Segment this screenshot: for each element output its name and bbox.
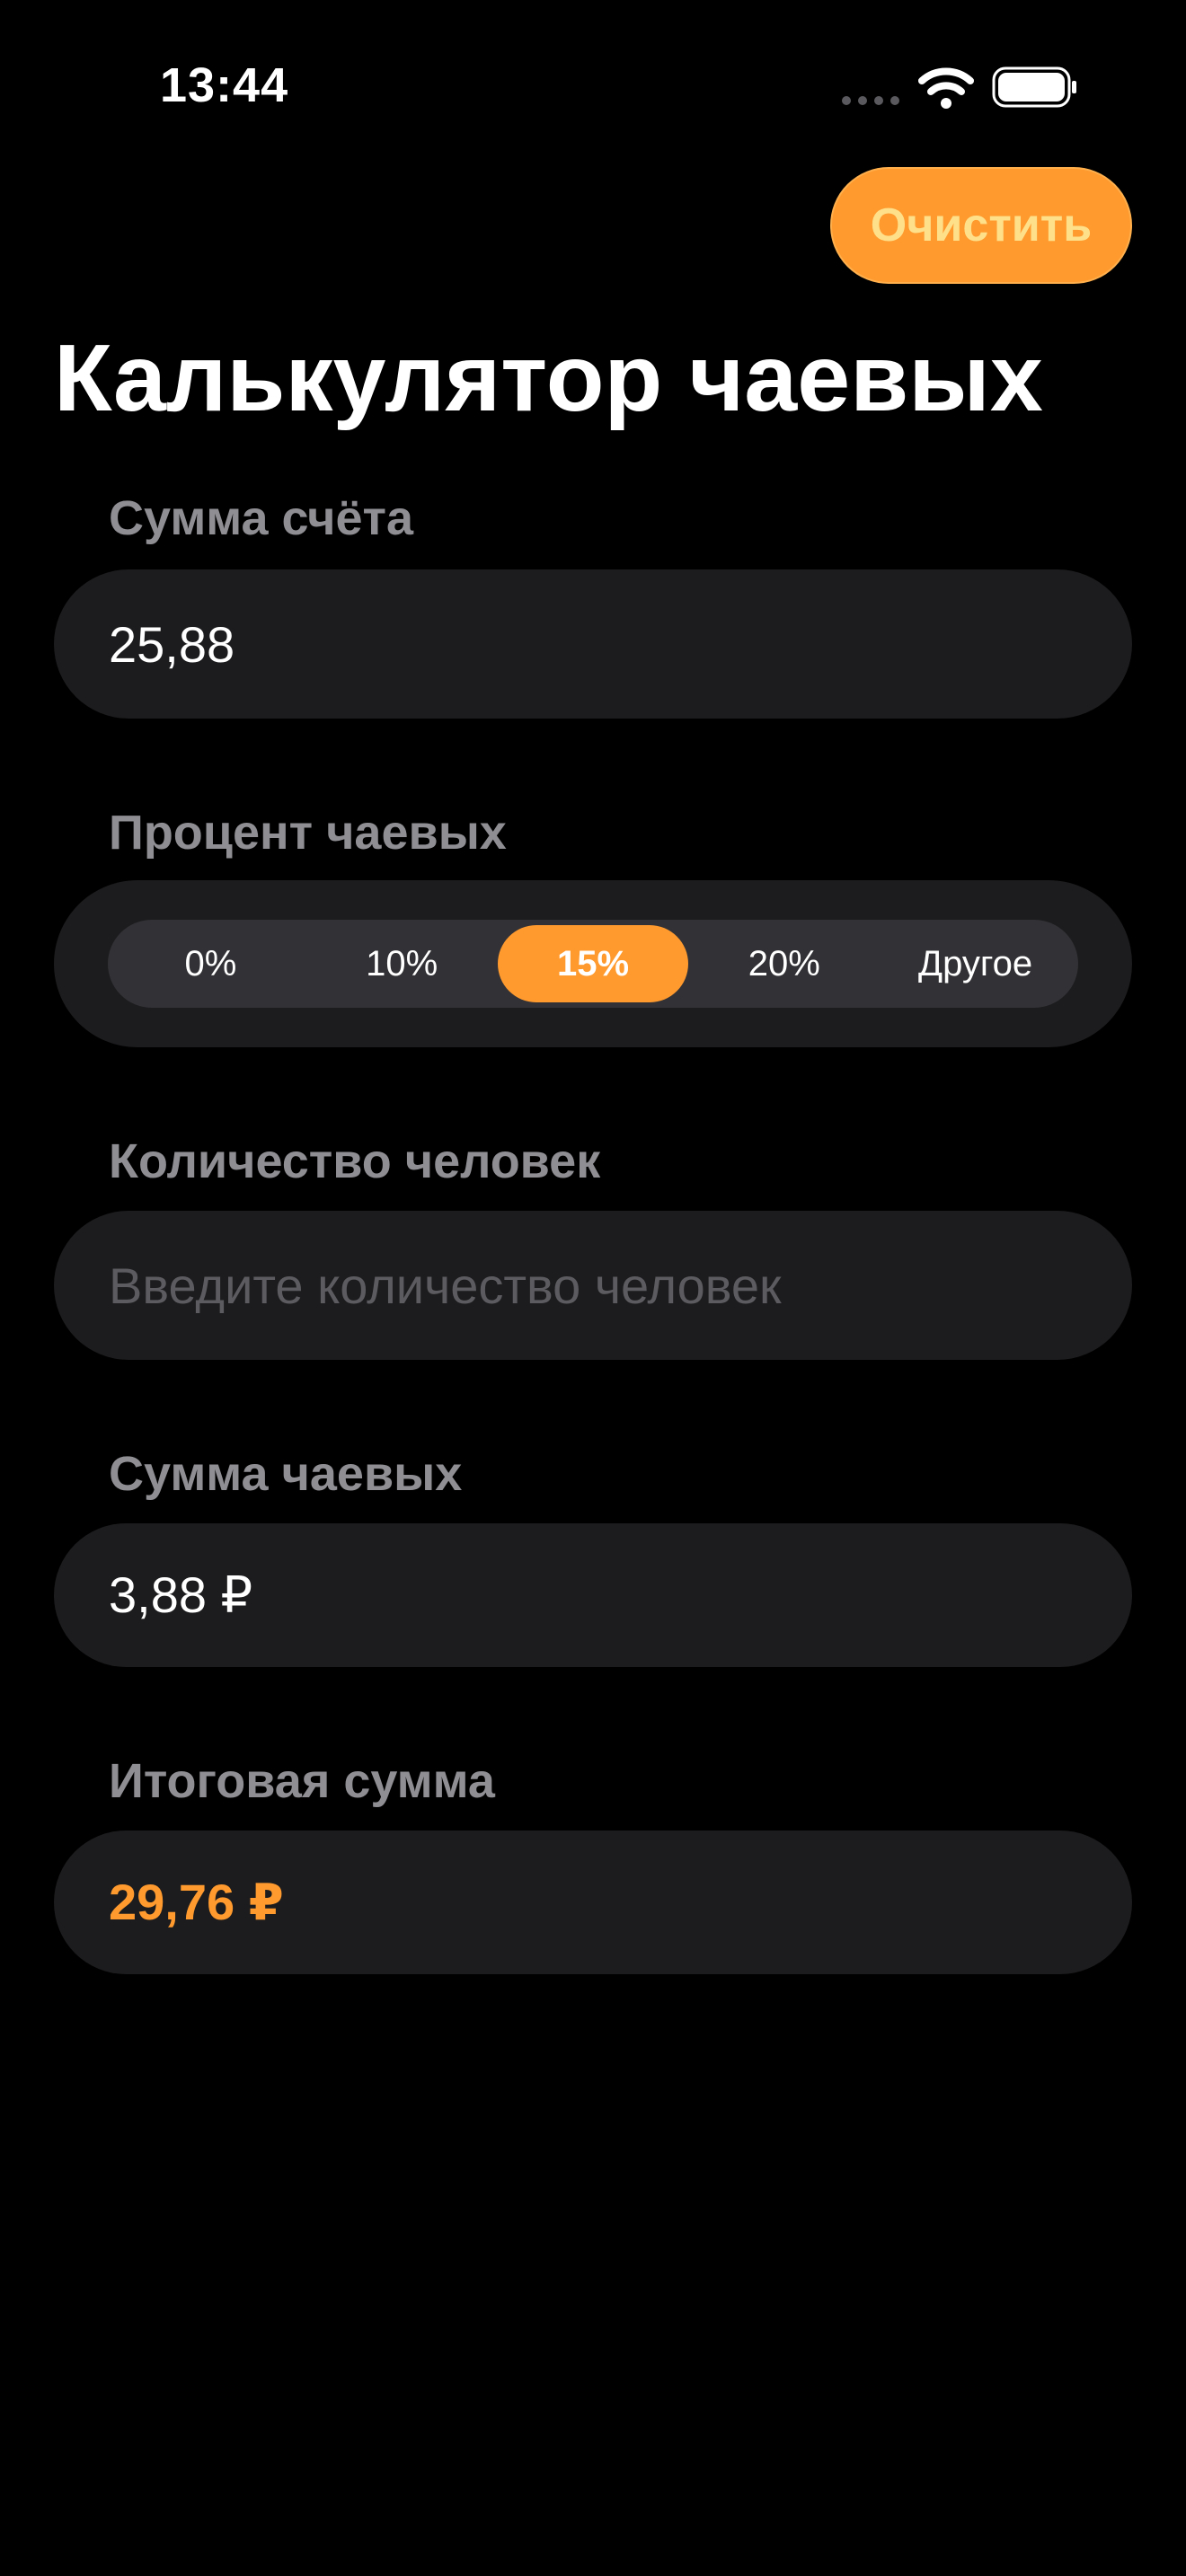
tip-option-10[interactable]: 10% [306, 925, 498, 1002]
people-count-label: Количество человек [109, 1134, 601, 1188]
tip-percent-label: Процент чаевых [109, 806, 507, 860]
tip-option-20[interactable]: 20% [688, 925, 880, 1002]
people-count-input[interactable] [109, 1256, 1079, 1315]
wifi-icon [918, 67, 974, 109]
tip-percent-card: 0% 10% 15% 20% Другое [54, 880, 1132, 1047]
battery-icon [992, 66, 1076, 108]
bill-amount-field[interactable] [54, 569, 1132, 719]
tip-amount-value: 3,88 ₽ [109, 1566, 253, 1623]
status-bar: 13:44 [0, 0, 1186, 180]
page-title: Калькулятор чаевых [54, 325, 1043, 431]
total-amount-value: 29,76 ₽ [109, 1874, 284, 1930]
clear-button[interactable]: Очистить [830, 167, 1132, 284]
total-amount-field: 29,76 ₽ [54, 1831, 1132, 1974]
bill-amount-label: Сумма счёта [109, 491, 414, 545]
cellular-signal-icon [842, 96, 899, 105]
tip-amount-label: Сумма чаевых [109, 1447, 463, 1501]
status-time: 13:44 [160, 58, 289, 112]
tip-amount-field: 3,88 ₽ [54, 1523, 1132, 1667]
total-amount-label: Итоговая сумма [109, 1754, 495, 1808]
tip-percent-selector[interactable]: 0% 10% 15% 20% Другое [108, 920, 1078, 1008]
tip-option-0[interactable]: 0% [115, 925, 306, 1002]
bill-amount-input[interactable] [109, 614, 1079, 674]
tip-option-15[interactable]: 15% [497, 925, 689, 1002]
people-count-field[interactable] [54, 1211, 1132, 1360]
tip-option-other[interactable]: Другое [880, 925, 1071, 1002]
